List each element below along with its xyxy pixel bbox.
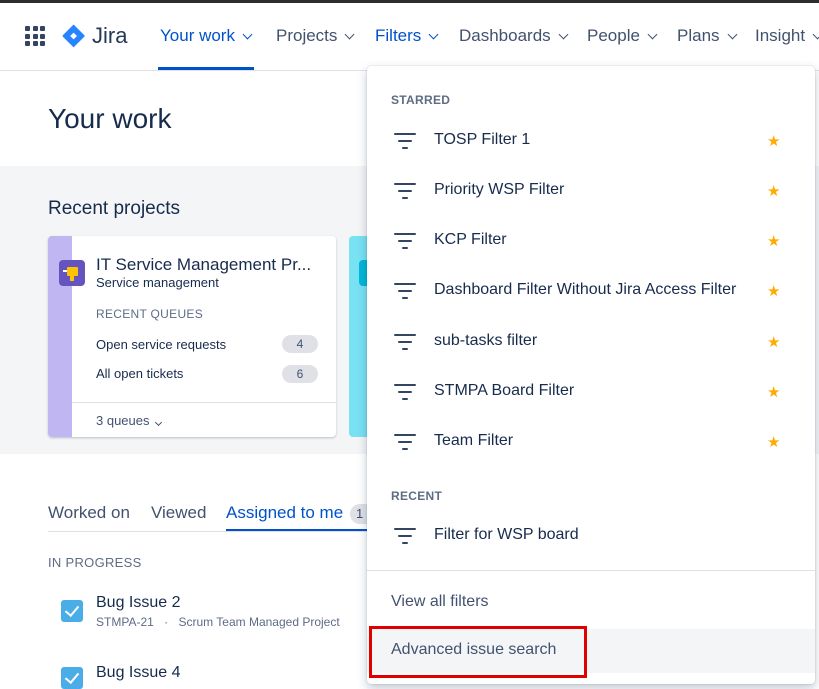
view-all-filters-label: View all filters — [391, 593, 489, 610]
project-card[interactable]: IT Service Management Pr... Service mana… — [48, 236, 336, 437]
nav-plans-label: Plans — [677, 26, 720, 45]
chevron-down-icon — [344, 29, 355, 39]
nav-projects-label: Projects — [276, 26, 338, 45]
page-title: Your work — [48, 103, 172, 134]
filter-item[interactable]: sub-tasks filter ★ — [367, 318, 815, 366]
nav-your-work[interactable]: Your work — [160, 26, 253, 46]
filter-item[interactable]: TOSP Filter 1 ★ — [367, 117, 815, 165]
chevron-down-icon — [812, 29, 819, 39]
chevron-down-icon — [727, 29, 737, 39]
filter-icon — [394, 133, 416, 151]
filter-icon — [394, 233, 416, 251]
filter-label: Team Filter — [434, 432, 514, 449]
checkbox-task-icon — [61, 667, 83, 689]
filter-item[interactable]: Dashboard Filter Without Jira Access Fil… — [367, 267, 815, 315]
logo-text: Jira — [92, 23, 128, 48]
filter-item[interactable]: KCP Filter ★ — [367, 217, 815, 265]
highlight-annotation-box — [369, 626, 587, 678]
nav-dashboards-label: Dashboards — [459, 26, 551, 45]
chevron-down-icon — [154, 418, 162, 427]
star-icon[interactable]: ★ — [767, 132, 780, 150]
filter-label: Filter for WSP board — [434, 526, 579, 543]
filter-icon — [394, 384, 416, 402]
filter-icon — [394, 528, 416, 546]
view-all-filters-link[interactable]: View all filters — [367, 581, 815, 625]
issue-title[interactable]: Bug Issue 4 — [96, 664, 181, 682]
nav-active-indicator — [158, 67, 254, 70]
filter-icon — [394, 434, 416, 452]
filter-label: TOSP Filter 1 — [434, 131, 531, 148]
filter-icon — [394, 283, 416, 301]
filter-icon — [394, 183, 416, 201]
queues-dropdown[interactable]: 3 queues — [96, 413, 162, 428]
star-icon[interactable]: ★ — [767, 433, 780, 451]
tabs-divider — [48, 531, 378, 532]
star-icon[interactable]: ★ — [767, 232, 780, 250]
queue-link[interactable]: Open service requests — [96, 337, 226, 352]
star-icon[interactable]: ★ — [767, 333, 780, 351]
issue-title[interactable]: Bug Issue 2 — [96, 594, 181, 612]
chevron-down-icon — [647, 29, 658, 39]
nav-plans[interactable]: Plans — [677, 26, 737, 46]
filter-icon — [394, 334, 416, 352]
nav-insight-label: Insight — [755, 26, 806, 45]
star-icon[interactable]: ★ — [767, 383, 780, 401]
nav-filters[interactable]: Filters — [375, 26, 439, 46]
app-switcher-icon[interactable] — [25, 26, 45, 46]
nav-people-label: People — [587, 26, 640, 45]
card-divider — [72, 402, 336, 403]
issue-project: Scrum Team Managed Project — [178, 615, 340, 629]
filter-label: Dashboard Filter Without Jira Access Fil… — [434, 281, 737, 298]
chevron-down-icon — [242, 29, 253, 39]
star-icon[interactable]: ★ — [767, 282, 780, 300]
issue-meta: STMPA-21 · Scrum Team Managed Project — [96, 615, 340, 629]
checkbox-task-icon — [61, 600, 83, 622]
dropdown-divider — [367, 570, 815, 571]
nav-insight[interactable]: Insight — [755, 26, 819, 46]
filter-label: sub-tasks filter — [434, 332, 538, 349]
recent-queues-heading: RECENT QUEUES — [96, 307, 204, 321]
project-type: Service management — [96, 275, 219, 290]
queue-count-badge: 4 — [282, 335, 318, 353]
meta-separator: · — [164, 615, 169, 629]
chevron-down-icon — [428, 29, 439, 39]
tab-selected-indicator — [226, 529, 376, 531]
chevron-down-icon — [558, 29, 569, 39]
nav-filters-label: Filters — [375, 26, 422, 45]
tab-assigned-to-me[interactable]: Assigned to me — [226, 503, 343, 523]
filter-item[interactable]: Filter for WSP board — [367, 512, 815, 560]
queue-link[interactable]: All open tickets — [96, 366, 183, 381]
issue-key: STMPA-21 — [96, 615, 154, 629]
nav-your-work-label: Your work — [160, 26, 235, 45]
jira-logo[interactable]: Jira — [62, 23, 127, 49]
filter-item[interactable]: Team Filter ★ — [367, 418, 815, 466]
project-name[interactable]: IT Service Management Pr... — [96, 255, 311, 275]
top-navigation: Jira Your work Projects Filters Dashboar… — [0, 3, 819, 71]
filter-label: Priority WSP Filter — [434, 181, 565, 198]
recent-heading: RECENT — [391, 489, 443, 503]
nav-dashboards[interactable]: Dashboards — [459, 26, 569, 46]
nav-projects[interactable]: Projects — [276, 26, 355, 46]
tab-viewed[interactable]: Viewed — [151, 503, 206, 523]
queue-count-badge: 6 — [282, 365, 318, 383]
queues-dropdown-label: 3 queues — [96, 413, 150, 428]
starred-heading: STARRED — [391, 93, 451, 107]
jira-logo-icon — [62, 24, 85, 48]
filter-item[interactable]: Priority WSP Filter ★ — [367, 167, 815, 215]
filters-dropdown-menu: STARRED TOSP Filter 1 ★ Priority WSP Fil… — [367, 66, 815, 684]
filter-item[interactable]: STMPA Board Filter ★ — [367, 368, 815, 416]
in-progress-heading: IN PROGRESS — [48, 555, 142, 570]
filter-label: KCP Filter — [434, 231, 507, 248]
nav-people[interactable]: People — [587, 26, 658, 46]
recent-projects-title: Recent projects — [48, 198, 181, 219]
project-avatar-icon — [59, 260, 85, 286]
filter-label: STMPA Board Filter — [434, 382, 575, 399]
star-icon[interactable]: ★ — [767, 182, 780, 200]
tab-worked-on[interactable]: Worked on — [48, 503, 130, 523]
